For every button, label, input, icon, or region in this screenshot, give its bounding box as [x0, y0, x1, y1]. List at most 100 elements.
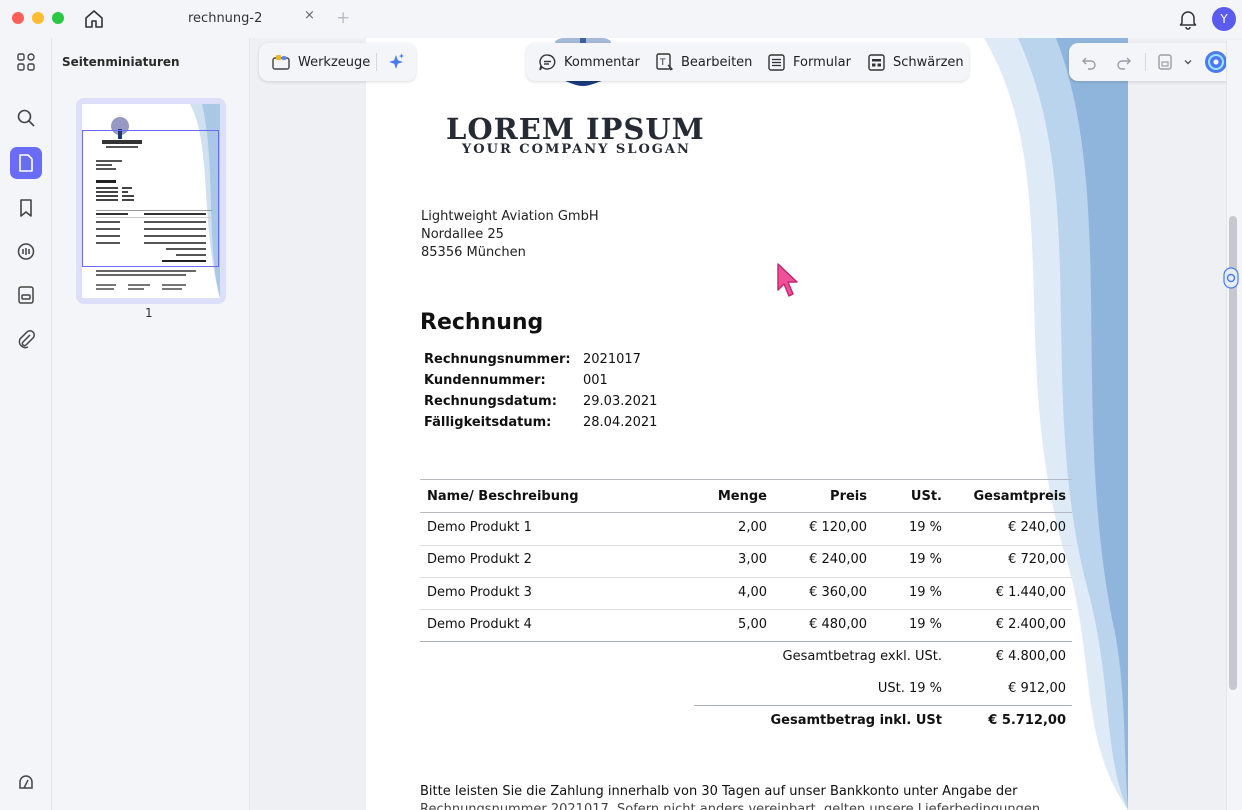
- user-avatar[interactable]: Y: [1212, 7, 1236, 31]
- due-date-label: Fälligkeitsdatum:: [424, 415, 552, 430]
- chevron-down-icon: [1184, 60, 1192, 65]
- table-header: Name/ Beschreibung Menge Preis USt. Gesa…: [420, 479, 1072, 513]
- save-icon: [1158, 54, 1172, 70]
- redo-icon: [1117, 57, 1131, 70]
- tools-toolbar: Werkzeuge: [259, 43, 416, 81]
- recipient-city: 85356 München: [421, 245, 526, 260]
- form-label: Formular: [793, 54, 851, 70]
- row-price: € 480,00: [809, 617, 867, 632]
- subtotal-value: € 4.800,00: [995, 649, 1066, 664]
- invoice-title: Rechnung: [420, 310, 544, 335]
- comment-button[interactable]: Kommentar: [538, 43, 640, 81]
- invoice-date-label: Rechnungsdatum:: [424, 394, 557, 409]
- left-rail: [0, 38, 52, 810]
- history-toolbar: [1069, 43, 1237, 81]
- close-window-button[interactable]: [12, 12, 24, 24]
- tools-button[interactable]: Werkzeuge: [271, 43, 370, 81]
- grand-total-label: Gesamtbetrag inkl. USt: [770, 713, 942, 728]
- row-divider: [420, 609, 1072, 610]
- edit-text-icon: T: [656, 53, 674, 71]
- thumbnails-icon[interactable]: [10, 147, 42, 179]
- recipient-street: Nordallee 25: [421, 227, 504, 242]
- invoice-number-value: 2021017: [583, 352, 641, 367]
- edit-button[interactable]: T Bearbeiten: [655, 43, 752, 81]
- thumbnail-panel: Seitenminiaturen 1: [52, 38, 250, 810]
- attachment-icon[interactable]: [10, 323, 42, 355]
- new-tab-icon[interactable]: +: [336, 8, 350, 28]
- row-price: € 360,00: [809, 585, 867, 600]
- document-page: LOREM IPSUM YOUR COMPANY SLOGAN Lightwei…: [366, 38, 1128, 810]
- row-description: Demo Produkt 2: [427, 552, 532, 567]
- vat-total-label: USt. 19 %: [877, 681, 942, 696]
- thumbnail-panel-title: Seitenminiaturen: [62, 55, 180, 69]
- due-date-value: 28.04.2021: [583, 415, 658, 430]
- bell-icon[interactable]: [1178, 8, 1198, 30]
- home-icon[interactable]: [82, 7, 106, 31]
- tab-title: rechnung-2: [188, 11, 263, 26]
- sparkle-icon: [389, 53, 404, 69]
- undo-button[interactable]: [1081, 43, 1104, 81]
- ai-sparkle-button[interactable]: [386, 43, 413, 81]
- redact-label: Schwärzen: [893, 54, 964, 70]
- search-icon[interactable]: [10, 102, 42, 134]
- row-divider: [420, 545, 1072, 546]
- fullscreen-window-button[interactable]: [52, 12, 64, 24]
- edit-label: Bearbeiten: [681, 54, 753, 70]
- row-vat: 19 %: [908, 585, 942, 600]
- header-quantity: Menge: [717, 489, 767, 504]
- grand-total-divider: [694, 705, 1072, 706]
- document-viewer[interactable]: LOREM IPSUM YOUR COMPANY SLOGAN Lightwei…: [250, 38, 1242, 810]
- ai-float-icon[interactable]: [1223, 267, 1239, 289]
- logo-title: LOREM IPSUM: [446, 112, 705, 146]
- redact-button[interactable]: Schwärzen: [867, 43, 964, 81]
- form-icon: [768, 53, 785, 71]
- subtotal-label: Gesamtbetrag exkl. USt.: [782, 649, 942, 664]
- comment-icon: [539, 53, 556, 70]
- row-quantity: 4,00: [738, 585, 767, 600]
- row-quantity: 5,00: [738, 617, 767, 632]
- visible-area-indicator[interactable]: [82, 130, 219, 267]
- redo-button[interactable]: [1116, 43, 1139, 81]
- row-vat: 19 %: [908, 520, 942, 535]
- toolbar-divider: [376, 53, 377, 71]
- invoice-number-label: Rechnungsnummer:: [424, 352, 571, 367]
- invoice-date-value: 29.03.2021: [583, 394, 658, 409]
- apps-grid-icon[interactable]: [10, 46, 42, 78]
- comments-icon[interactable]: [10, 236, 42, 268]
- customer-number-value: 001: [583, 373, 608, 388]
- logo-slogan: YOUR COMPANY SLOGAN: [462, 142, 691, 157]
- document-tab[interactable]: rechnung-2 ×: [150, 0, 326, 38]
- row-price: € 120,00: [809, 520, 867, 535]
- row-total: € 2.400,00: [995, 617, 1066, 632]
- save-button[interactable]: [1156, 43, 1181, 81]
- header-vat: USt.: [910, 489, 942, 504]
- undo-icon: [1082, 57, 1096, 70]
- tools-label: Werkzeuge: [298, 54, 371, 70]
- bookmark-icon[interactable]: [10, 192, 42, 224]
- vat-total-value: € 912,00: [1008, 681, 1066, 696]
- row-total: € 1.440,00: [995, 585, 1066, 600]
- payment-note-continued: Rechnungsnummer 2021017. Sofern nicht an…: [420, 802, 1045, 810]
- row-vat: 19 %: [908, 617, 942, 632]
- form-fields-icon[interactable]: [10, 279, 42, 311]
- row-vat: 19 %: [908, 552, 942, 567]
- row-quantity: 3,00: [738, 552, 767, 567]
- save-options-button[interactable]: [1183, 43, 1200, 81]
- title-bar: rechnung-2 × + Y: [0, 0, 1242, 38]
- page-thumbnail[interactable]: [76, 98, 226, 304]
- page-number-label: 1: [145, 306, 153, 320]
- row-price: € 240,00: [809, 552, 867, 567]
- minimize-window-button[interactable]: [32, 12, 44, 24]
- editing-toolbar: Kommentar T Bearbeiten Formular Schwärze…: [526, 43, 969, 81]
- form-button[interactable]: Formular: [767, 43, 851, 81]
- ai-assistant-logo-icon: [1205, 51, 1227, 73]
- ai-assistant-icon[interactable]: [10, 766, 42, 798]
- tab-close-icon[interactable]: ×: [304, 8, 315, 23]
- row-divider: [420, 577, 1072, 578]
- svg-text:T: T: [659, 58, 666, 68]
- row-description: Demo Produkt 1: [427, 520, 532, 535]
- customer-number-label: Kundennummer:: [424, 373, 546, 388]
- redact-icon: [868, 53, 885, 71]
- row-divider: [420, 641, 1072, 642]
- row-quantity: 2,00: [738, 520, 767, 535]
